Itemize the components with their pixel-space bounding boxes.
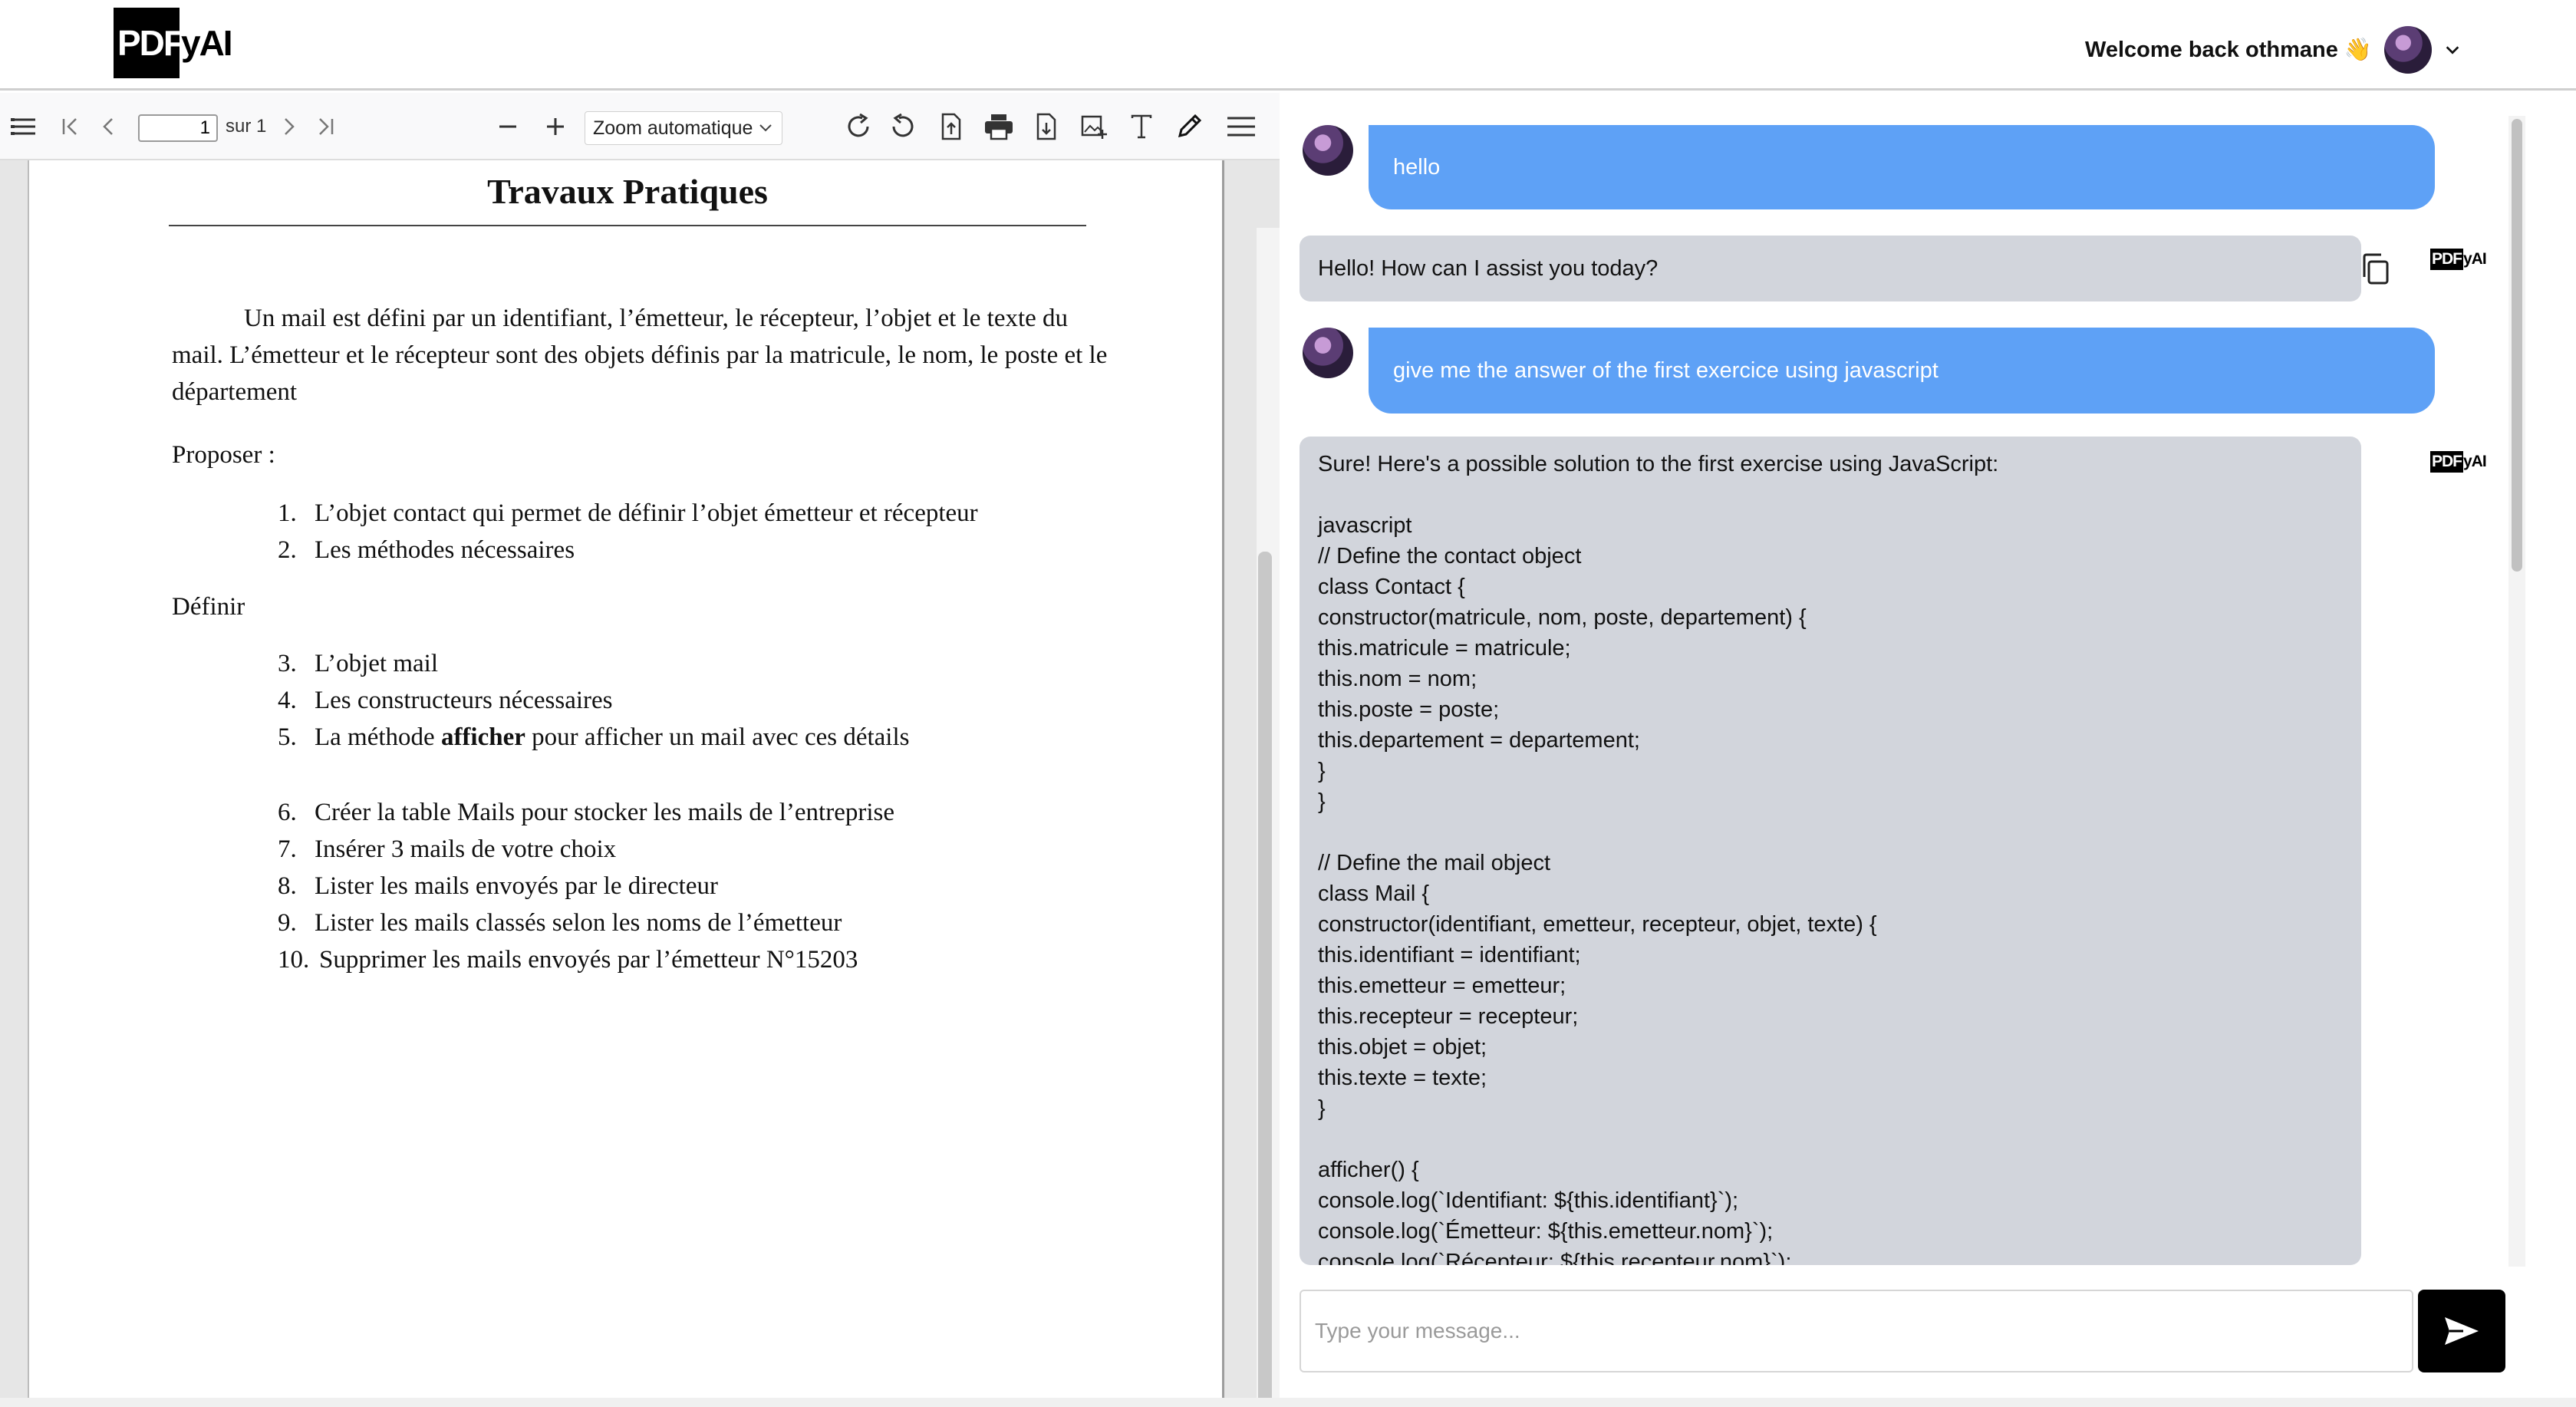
code-line: Sure! Here's a possible solution to the … (1318, 452, 1999, 476)
avatar (1303, 125, 1353, 176)
list-item: 9. Lister les mails classés selon les nom… (278, 909, 842, 937)
code-line: this.departement = departement; (1318, 728, 1640, 753)
list-item: 3. L’objet mail (278, 650, 439, 677)
code-line: this.recepteur = recepteur; (1318, 1004, 1579, 1029)
list-item: 6. Créer la table Mails pour stocker les … (278, 799, 894, 826)
page-number-input[interactable]: 1 (138, 114, 218, 142)
proposer-heading: Proposer : (172, 441, 275, 469)
code-line: this.emetteur = emetteur; (1318, 974, 1566, 998)
code-line: class Mail { (1318, 881, 1430, 906)
rotate-clockwise-icon[interactable] (842, 93, 875, 160)
user-message: hello (1369, 125, 2435, 209)
bot-logo: PDF yAI (2430, 449, 2487, 475)
draw-pencil-icon[interactable] (1174, 93, 1204, 160)
tools-menu-icon[interactable] (1224, 93, 1258, 160)
text-tool-icon[interactable] (1128, 93, 1155, 160)
code-line: this.identifiant = identifiant; (1318, 943, 1581, 967)
code-line: javascript (1318, 513, 1412, 538)
open-file-icon[interactable] (937, 93, 965, 160)
zoom-out-icon[interactable] (494, 93, 522, 160)
send-button[interactable] (2418, 1290, 2505, 1372)
list-item: 8. Lister les mails envoyés par le direct… (278, 872, 718, 900)
code-line: this.nom = nom; (1318, 667, 1477, 691)
pdf-page-area: Travaux Pratiques Un mail est défini par… (0, 160, 1280, 1407)
code-line: this.poste = poste; (1318, 697, 1500, 722)
code-line: this.texte = texte; (1318, 1066, 1487, 1090)
message-input-field[interactable] (1300, 1290, 2413, 1372)
code-line: } (1318, 1096, 1326, 1121)
definir-heading: Définir (172, 593, 245, 621)
logo-box: PDF (114, 8, 185, 78)
user-message: give me the answer of the first exercice… (1369, 328, 2435, 414)
print-icon[interactable] (982, 93, 1016, 160)
logo-text: yAI (181, 23, 233, 63)
code-block: Sure! Here's a possible solution to the … (1318, 449, 2343, 1265)
bot-message: Hello! How can I assist you today? (1300, 236, 2361, 302)
zoom-select-value: Zoom automatique (593, 117, 753, 139)
chevron-down-icon (759, 124, 772, 132)
list-item: 5. La méthode afficher pour afficher un m… (278, 723, 910, 751)
sidebar-toggle-icon[interactable] (8, 93, 38, 160)
pdfyai-logo[interactable]: PDF yAI (114, 8, 233, 78)
zoom-select[interactable]: Zoom automatique (585, 111, 782, 145)
bot-message-text: Hello! How can I assist you today? (1318, 255, 1659, 281)
download-icon[interactable] (1033, 93, 1060, 160)
list-item: 10. Supprimer les mails envoyés par l’éme… (278, 946, 858, 974)
code-line: // Define the contact object (1318, 544, 1582, 568)
zoom-in-icon[interactable] (542, 93, 569, 160)
welcome-message: Welcome back othmane 👋 (2084, 38, 2372, 62)
list-item: 4. Les constructeurs nécessaires (278, 687, 613, 714)
list-item: 2. Les méthodes nécessaires (278, 536, 575, 564)
pdf-viewer: 1 sur 1 Zoom automatique Travaux Pratiqu… (0, 93, 1280, 1407)
top-header: PDF yAI Welcome back othmane 👋 (0, 0, 2576, 91)
chat-scrollbar-thumb[interactable] (2512, 119, 2522, 572)
code-line: } (1318, 789, 1326, 814)
send-icon (2445, 1317, 2479, 1345)
chat-panel: hello Hello! How can I assist you today?… (1280, 93, 2576, 1407)
avatar (1303, 328, 1353, 378)
pdf-toolbar: 1 sur 1 Zoom automatique (0, 93, 1280, 160)
user-menu[interactable]: Welcome back othmane 👋 (2085, 26, 2461, 74)
code-line: class Contact { (1318, 575, 1465, 599)
previous-page-icon[interactable] (95, 93, 123, 160)
copy-icon[interactable] (2360, 252, 2390, 290)
page-total: sur 1 (226, 116, 267, 137)
code-line: constructor(matricule, nom, poste, depar… (1318, 605, 1807, 630)
avatar[interactable] (2384, 26, 2432, 74)
add-image-icon[interactable] (1079, 93, 1109, 160)
rotate-counterclockwise-icon[interactable] (887, 93, 919, 160)
code-line: } (1318, 759, 1326, 783)
list-item: 7. Insérer 3 mails de votre choix (278, 835, 617, 863)
message-input[interactable] (1301, 1291, 2412, 1371)
next-page-icon[interactable] (275, 93, 302, 160)
code-line: console.log(`Émetteur: ${this.emetteur.n… (1318, 1219, 1774, 1244)
code-line: afficher() { (1318, 1158, 1419, 1182)
list-item: 1. L’objet contact qui permet de définir … (278, 499, 978, 527)
first-page-icon[interactable] (57, 93, 84, 160)
document-title: Travaux Pratiques (487, 172, 768, 211)
code-line: console.log(`Identifiant: ${this.identif… (1318, 1188, 1739, 1213)
code-line: constructor(identifiant, emetteur, recep… (1318, 912, 1877, 937)
chevron-down-icon[interactable] (2444, 41, 2461, 58)
code-line: console.log(`Récepteur: ${this.recepteur… (1318, 1250, 1792, 1265)
code-line: this.objet = objet; (1318, 1035, 1487, 1059)
bottom-strip (0, 1398, 2576, 1407)
title-divider (169, 225, 1086, 226)
code-line: this.matricule = matricule; (1318, 636, 1571, 661)
pdf-page: Travaux Pratiques Un mail est défini par… (28, 160, 1224, 1407)
intro-paragraph: Un mail est défini par un identifiant, l… (172, 305, 1108, 406)
last-page-icon[interactable] (311, 93, 339, 160)
bot-code-message: Sure! Here's a possible solution to the … (1300, 437, 2361, 1265)
pdf-scrollbar-thumb[interactable] (1258, 552, 1272, 1407)
code-line: // Define the mail object (1318, 851, 1551, 875)
bot-logo: PDF yAI (2430, 246, 2487, 272)
